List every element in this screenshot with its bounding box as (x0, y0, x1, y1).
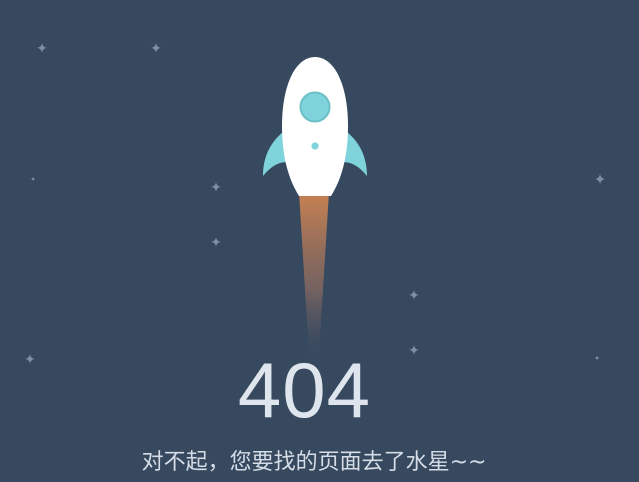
rocket-icon (263, 57, 367, 370)
star-icon: ✦ (150, 41, 162, 57)
star-icon: ✦ (30, 175, 36, 184)
star-icon: ✦ (36, 41, 48, 57)
rocket-dot (311, 142, 319, 150)
star-icon: ✦ (210, 235, 222, 251)
rocket-flame (299, 192, 329, 370)
star-icon: ✦ (593, 170, 607, 189)
error-code: 404 (237, 346, 372, 434)
star-icon: ✦ (408, 288, 420, 304)
rocket-body (282, 57, 348, 196)
star-icon: ✦ (210, 180, 222, 196)
error-message: 对不起，您要找的页面去了水星~~ (141, 450, 487, 475)
